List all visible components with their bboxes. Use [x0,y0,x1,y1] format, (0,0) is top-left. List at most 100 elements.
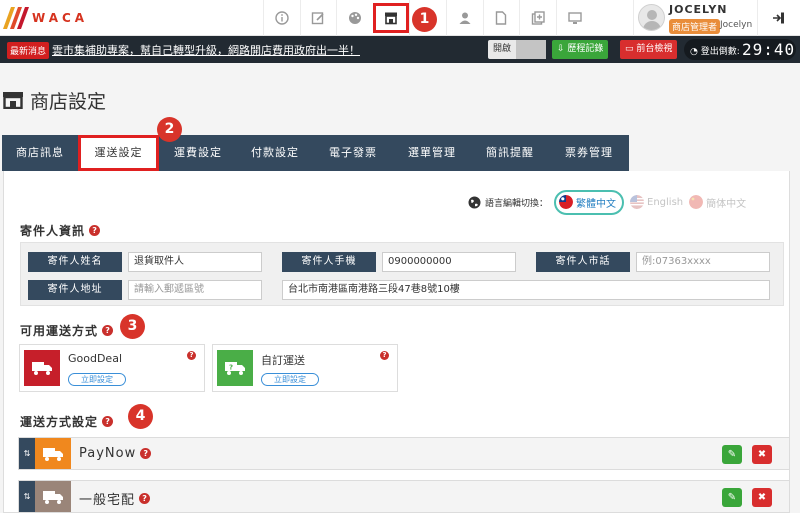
timer-icon: ◔ [690,47,698,57]
truck-icon [35,481,71,512]
shipping-method-name: 一般宅配 ? [79,489,151,508]
lang-zh-tw[interactable]: 繁體中文 [554,189,625,215]
edit-button[interactable]: ✎ [722,445,742,464]
pencil-icon: ✎ [727,449,737,460]
monitor-icon[interactable] [555,0,593,36]
shipping-methods-title: 運送方式設定 ? [20,413,114,430]
shipping-method-name-text: 一般宅配 [79,493,136,508]
us-flag-icon [630,195,645,209]
sender-mobile-label: 寄件人手機 [282,252,376,272]
tab-store-info[interactable]: 商店訊息 [2,135,78,171]
logout-button[interactable] [757,0,800,36]
truck-icon [35,438,71,469]
store-icon[interactable] [372,3,410,33]
tab-sms-reminder[interactable]: 簡訊提醒 [471,135,549,171]
help-icon[interactable]: ? [140,448,152,459]
countdown-label-text: 登出倒數: [700,47,740,57]
sender-name-label: 寄件人姓名 [28,252,122,272]
avatar [638,4,665,31]
user-profile[interactable]: JOCELYN 商店管理者 Jocelyn [633,0,757,36]
lang-zh-tw-label: 繁體中文 [576,198,617,210]
available-shipping-title-text: 可用運送方式 [20,324,99,338]
preview-button[interactable]: ▭ 前台檢視 [620,40,678,59]
shipping-card-custom: ? 自訂運送 立即設定 ? [212,344,398,392]
history-button-label: 歷程記錄 [567,44,604,54]
available-shipping-title: 可用運送方式 ? [20,322,114,339]
edit-button[interactable]: ✎ [722,488,742,507]
tab-payment[interactable]: 付款設定 [237,135,313,171]
help-icon[interactable]: ? [380,351,389,360]
delete-button[interactable]: ✖ [752,488,772,507]
help-icon[interactable]: ? [102,416,114,427]
truck-icon [24,350,60,386]
edit-icon[interactable] [299,0,337,36]
top-bar: WACA JOCELYN 商店管理者 Jocelyn [0,0,800,36]
file-icon[interactable] [482,0,520,36]
drag-handle-icon[interactable]: ⇅ [19,438,35,469]
drag-handle-icon[interactable]: ⇅ [19,481,35,512]
setup-now-button[interactable]: 立即設定 [261,373,319,386]
page-title-text: 商店設定 [30,90,107,113]
step-marker-1: 1 [412,7,437,32]
language-label: 語言編輯切換： [485,198,549,209]
sender-zip-field[interactable]: 請輸入郵遞區號 [128,280,262,300]
step-marker-4: 4 [128,404,153,429]
palette-icon[interactable] [336,0,373,36]
tab-shipping-settings[interactable]: 運送設定 [78,135,159,171]
user-name: JOCELYN [669,3,728,16]
taiwan-flag-icon [559,195,574,209]
store-open-toggle[interactable] [516,40,546,59]
sender-title-text: 寄件人資訊 [20,224,86,238]
china-flag-icon [689,195,704,209]
shipping-method-name-text: PayNow [79,446,137,461]
role-badge: 商店管理者 [669,19,721,34]
shipping-method-row: ⇅ 一般宅配 ? ✎ ✖ [18,480,790,513]
sender-phone-field[interactable]: 例:07363xxxx [636,252,770,272]
news-link[interactable]: 雲市集補助專案，幫自己轉型升級，網路開店費用政府出一半！ [52,42,360,58]
tab-ticket-management[interactable]: 票券管理 [549,135,629,171]
waca-logo-mark [2,7,30,29]
sender-mobile-field[interactable]: 0900000000 [382,252,516,272]
globe-icon [468,196,481,208]
language-switcher: 語言編輯切換： 繁體中文 English 簡体中文 [468,188,746,216]
history-button[interactable]: ⇩ 歷程記錄 [552,40,609,59]
setup-now-button[interactable]: 立即設定 [68,373,126,386]
logout-icon [773,12,784,24]
help-icon[interactable]: ? [102,325,114,336]
shipping-method-name: PayNow ? [79,446,152,461]
lang-zh-cn[interactable]: 簡体中文 [689,195,746,210]
user-icon[interactable] [445,0,483,36]
help-icon[interactable]: ? [187,351,196,360]
shipping-method-row: ⇅ PayNow ? ✎ ✖ [18,437,790,470]
shipping-methods-title-text: 運送方式設定 [20,415,99,429]
sender-address-label: 寄件人地址 [28,280,122,300]
step-marker-2: 2 [157,117,182,142]
shipping-card-name: GoodDeal [68,352,123,365]
news-tag: 最新消息 [7,42,50,59]
lang-en-label: English [647,196,684,208]
tab-e-invoice[interactable]: 電子發票 [313,135,393,171]
help-icon[interactable]: ? [89,225,101,236]
settings-tabs: 商店訊息 運送設定 運費設定 付款設定 電子發票 選單管理 簡訊提醒 票券管理 [2,135,629,171]
logo-text: WACA [32,11,89,25]
user-display-name: Jocelyn [720,20,753,30]
monitor-icon: ▭ [625,44,634,54]
logout-countdown: ◔ 登出倒數: 29:40 [684,39,796,60]
delete-button[interactable]: ✖ [752,445,772,464]
add-page-icon[interactable] [519,0,556,36]
lang-en[interactable]: English [630,195,683,209]
sender-name-field[interactable]: 退貨取件人 [128,252,262,272]
sender-address-field[interactable]: 台北市南港區南港路三段47巷8號10樓 [282,280,770,300]
countdown-time: 29:40 [742,40,796,59]
preview-button-label: 前台檢視 [636,44,673,54]
trash-icon: ✖ [757,449,767,460]
sender-section-title: 寄件人資訊 ? [20,222,101,239]
store-icon [3,92,23,109]
notice-bar: 最新消息 雲市集補助專案，幫自己轉型升級，網路開店費用政府出一半！ 開啟 ⇩ 歷… [0,36,800,63]
tab-menu-management[interactable]: 選單管理 [393,135,471,171]
waca-logo[interactable]: WACA [2,6,89,30]
download-icon: ⇩ [557,44,565,54]
help-icon[interactable]: ? [139,493,151,504]
sender-phone-label: 寄件人市話 [536,252,630,272]
info-icon[interactable] [263,0,300,36]
